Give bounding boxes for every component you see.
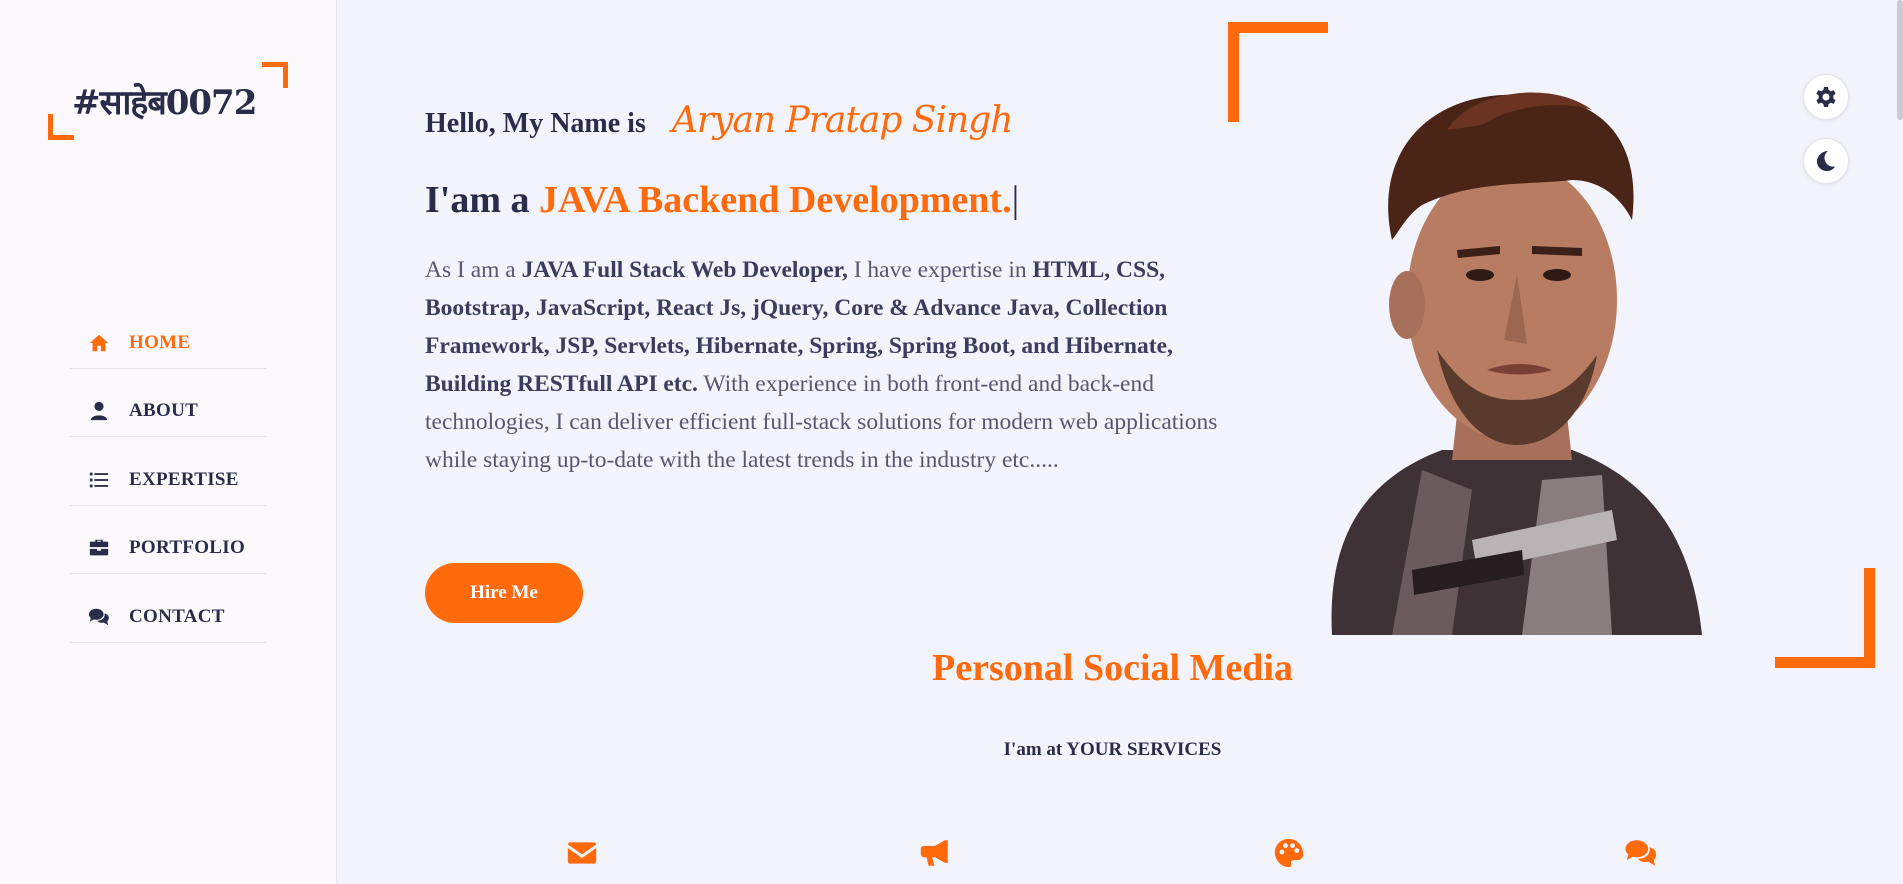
hero-role: I'am a JAVA Backend Development.| <box>425 178 1019 222</box>
service-marketing[interactable] <box>918 836 952 870</box>
nav-item-home[interactable]: HOME <box>70 300 266 369</box>
hire-me-button[interactable]: Hire Me <box>425 563 583 623</box>
bio-text: I have expertise in <box>847 257 1033 283</box>
list-icon <box>89 472 109 488</box>
nav-item-label: ABOUT <box>129 400 199 422</box>
hero-name: Aryan Pratap Singh <box>671 100 1014 141</box>
nav-item-label: CONTACT <box>129 605 225 627</box>
profile-photo <box>1272 70 1742 635</box>
bullhorn-icon <box>920 840 948 866</box>
greeting-text: Hello, My Name is <box>425 108 646 139</box>
scrollbar-track[interactable] <box>1897 0 1903 884</box>
bio-text: As I am a <box>425 257 522 283</box>
logo-corner-bottom-left <box>48 114 74 140</box>
main-nav: HOME ABOUT EXPERTISE PORTFOLIO CONTACT <box>70 300 266 643</box>
hero-bio: As I am a JAVA Full Stack Web Developer,… <box>425 251 1235 479</box>
comments-icon <box>1625 840 1657 866</box>
service-design[interactable] <box>1272 836 1306 870</box>
hero-greeting: Hello, My Name is Aryan Pratap Singh <box>425 100 1014 141</box>
logo-text: #साहेब0072 <box>72 83 257 123</box>
settings-button[interactable] <box>1803 74 1849 120</box>
theme-toggle-button[interactable] <box>1803 138 1849 184</box>
nav-item-label: EXPERTISE <box>129 468 239 490</box>
social-section-subtitle: I'am at YOUR SERVICES <box>1003 739 1222 760</box>
role-prefix: I'am a <box>425 179 530 221</box>
user-icon <box>90 402 108 421</box>
role-highlight: JAVA Backend Development. <box>539 179 1012 221</box>
logo[interactable]: #साहेब0072 <box>48 62 288 142</box>
nav-item-contact[interactable]: CONTACT <box>70 574 266 643</box>
home-icon <box>89 334 109 351</box>
comments-icon <box>88 608 109 625</box>
nav-item-label: HOME <box>129 331 191 353</box>
scrollbar-thumb[interactable] <box>1897 0 1903 120</box>
service-chat[interactable] <box>1624 836 1658 870</box>
social-section-title: Personal Social Media <box>932 647 1293 689</box>
service-email[interactable] <box>565 836 599 870</box>
moon-icon <box>1817 151 1835 171</box>
envelope-icon <box>567 842 597 864</box>
briefcase-icon <box>89 540 109 556</box>
logo-corner-top-right <box>262 62 288 88</box>
typing-cursor: | <box>1011 179 1020 221</box>
bio-bold: JAVA Full Stack Web Developer, <box>521 257 848 283</box>
gear-icon <box>1816 87 1836 107</box>
nav-item-portfolio[interactable]: PORTFOLIO <box>70 506 266 574</box>
nav-item-about[interactable]: ABOUT <box>70 369 266 437</box>
palette-icon <box>1274 838 1304 868</box>
nav-item-expertise[interactable]: EXPERTISE <box>70 437 266 506</box>
sidebar: #साहेब0072 HOME ABOUT EXPERTISE PORTFOLI… <box>0 0 337 884</box>
nav-item-label: PORTFOLIO <box>129 537 246 559</box>
